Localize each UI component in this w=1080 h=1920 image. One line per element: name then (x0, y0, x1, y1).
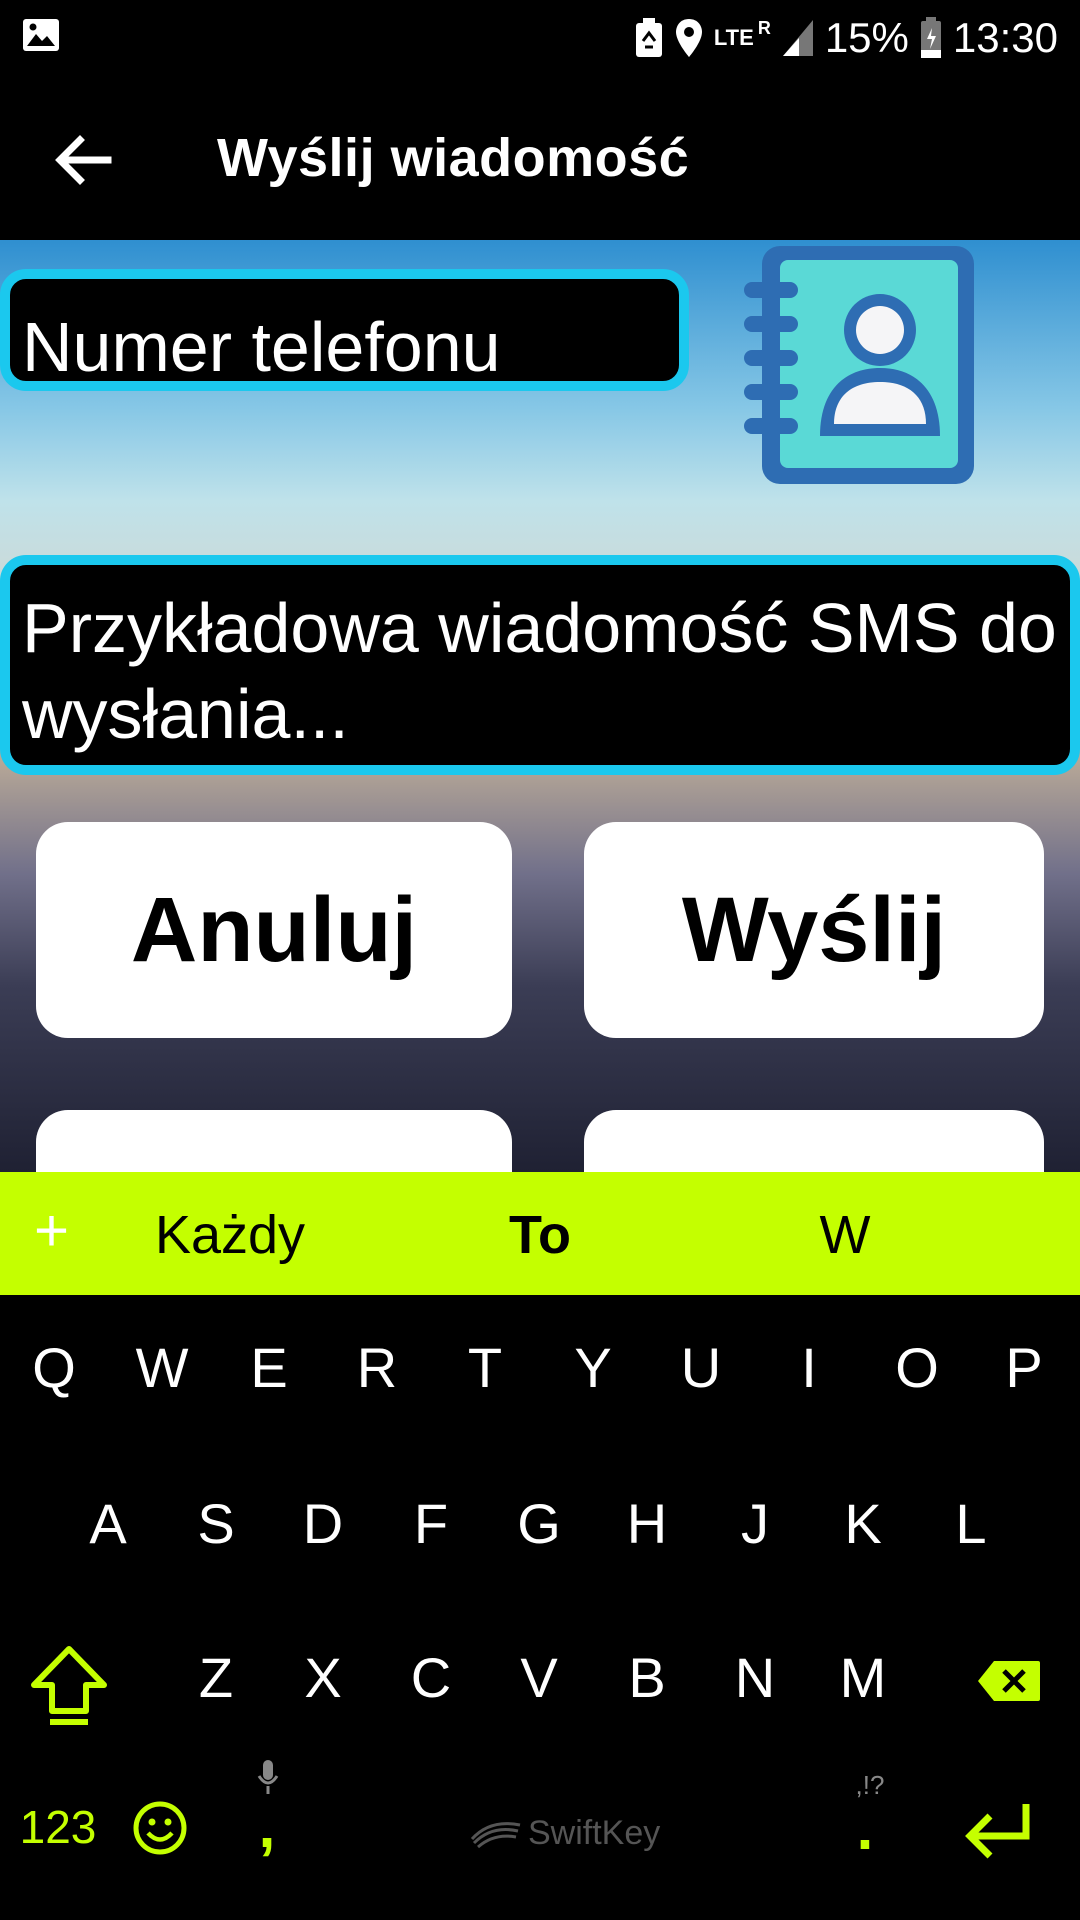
key-p[interactable]: P (990, 1335, 1058, 1400)
suggestion-1[interactable]: Każdy (120, 1204, 340, 1266)
key-b[interactable]: B (613, 1645, 681, 1710)
key-r[interactable]: R (343, 1335, 411, 1400)
page-title: Wyślij wiadomość (217, 128, 690, 188)
key-k[interactable]: K (829, 1491, 897, 1556)
partial-button-right[interactable] (584, 1110, 1044, 1172)
back-arrow-icon[interactable] (48, 125, 118, 195)
key-i[interactable]: I (775, 1335, 843, 1400)
battery-icon (920, 17, 941, 58)
key-s[interactable]: S (182, 1491, 250, 1556)
key-h[interactable]: H (613, 1491, 681, 1556)
key-y[interactable]: Y (559, 1335, 627, 1400)
key-n[interactable]: N (721, 1645, 789, 1710)
swiftkey-logo-icon (470, 1821, 521, 1848)
period-key[interactable]: . (840, 1794, 890, 1863)
expand-toolbar-icon[interactable]: + (34, 1196, 69, 1265)
send-message-form: Numer telefonu Przykładowa wiadomość SMS… (0, 240, 1080, 1172)
key-q[interactable]: Q (20, 1335, 88, 1400)
key-w[interactable]: W (128, 1335, 196, 1400)
key-z[interactable]: Z (182, 1645, 250, 1710)
battery-saver-icon (635, 18, 662, 57)
key-row-4: 123 , SwiftKey ,!? . (0, 1760, 1080, 1920)
key-row-1: Q W E R T Y U I O P (0, 1335, 1080, 1455)
clock: 13:30 (952, 14, 1058, 61)
comma-key[interactable]: , (252, 1792, 282, 1861)
keyboard: Q W E R T Y U I O P A S D F G H J K L Z … (0, 1295, 1080, 1920)
gallery-notification-icon (23, 19, 59, 51)
enter-icon[interactable] (962, 1800, 1034, 1860)
backspace-icon[interactable] (976, 1659, 1042, 1703)
key-row-2: A S D F G H J K L (0, 1491, 1080, 1611)
key-t[interactable]: T (451, 1335, 519, 1400)
app-bar: Wyślij wiadomość (0, 75, 1080, 240)
key-c[interactable]: C (397, 1645, 465, 1710)
key-row-3: Z X C V B N M (0, 1645, 1080, 1765)
key-v[interactable]: V (505, 1645, 573, 1710)
key-a[interactable]: A (74, 1491, 142, 1556)
partial-button-left[interactable] (36, 1110, 512, 1172)
contacts-book-icon[interactable] (740, 240, 980, 490)
suggestion-3[interactable]: W (735, 1204, 955, 1266)
key-l[interactable]: L (937, 1491, 1005, 1556)
numbers-key[interactable]: 123 (8, 1800, 108, 1854)
key-m[interactable]: M (829, 1645, 897, 1710)
suggestion-bar: + Każdy To W (0, 1172, 1080, 1295)
location-icon (675, 19, 702, 57)
phone-number-input[interactable]: Numer telefonu (0, 269, 689, 391)
status-bar: LTE R 15% 13:30 (0, 0, 1080, 75)
key-f[interactable]: F (397, 1491, 465, 1556)
spacebar[interactable]: SwiftKey (470, 1814, 660, 1853)
suggestion-2[interactable]: To (430, 1204, 650, 1266)
key-x[interactable]: X (289, 1645, 357, 1710)
key-d[interactable]: D (289, 1491, 357, 1556)
emoji-icon[interactable] (132, 1800, 188, 1856)
key-u[interactable]: U (667, 1335, 735, 1400)
network-type-label: LTE (713, 25, 754, 50)
message-input[interactable]: Przykładowa wiadomość SMS do wysłania... (0, 555, 1080, 775)
shift-icon[interactable] (28, 1645, 110, 1727)
swiftkey-brand: SwiftKey (528, 1814, 661, 1852)
key-o[interactable]: O (883, 1335, 951, 1400)
key-g[interactable]: G (505, 1491, 573, 1556)
send-button[interactable]: Wyślij (584, 822, 1044, 1038)
key-e[interactable]: E (235, 1335, 303, 1400)
battery-percent: 15% (824, 14, 909, 61)
roaming-label: R (757, 17, 771, 38)
cancel-button[interactable]: Anuluj (36, 822, 512, 1038)
key-j[interactable]: J (721, 1491, 789, 1556)
signal-icon (782, 20, 813, 56)
